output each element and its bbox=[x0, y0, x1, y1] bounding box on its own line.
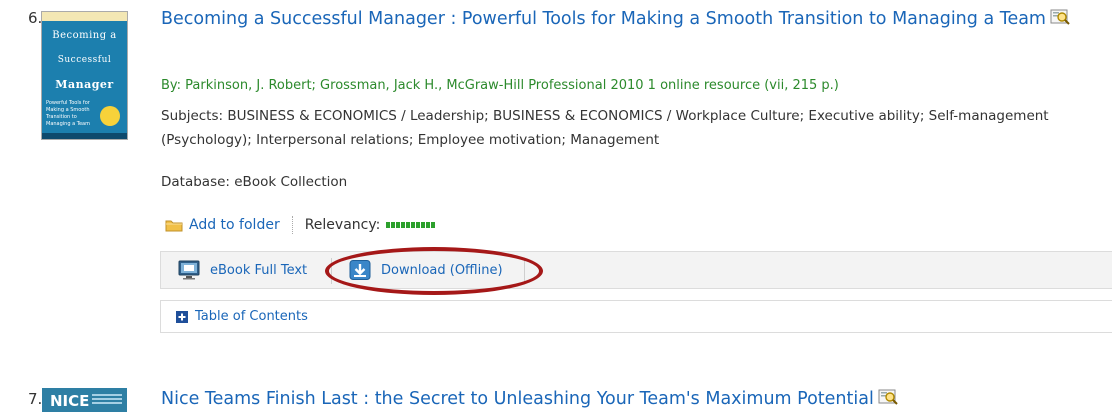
relevancy-segment bbox=[426, 222, 431, 228]
cover-bottom-band bbox=[42, 133, 127, 139]
add-to-folder-link[interactable]: Add to folder bbox=[189, 217, 280, 233]
result-actions: Add to folder Relevancy: bbox=[165, 214, 436, 236]
result-item-7: 7. NICE Nice Teams Finish Last : the Sec… bbox=[0, 378, 1112, 412]
cover-title-line: NICE bbox=[50, 392, 90, 410]
table-of-contents-toggle[interactable]: Table of Contents bbox=[176, 309, 308, 324]
relevancy-bar bbox=[386, 222, 436, 228]
full-text-links-bar: eBook Full Text Download (Offline) bbox=[160, 251, 1112, 289]
subjects: Subjects: BUSINESS & ECONOMICS / Leaders… bbox=[161, 108, 1049, 148]
download-offline-link[interactable]: Download (Offline) bbox=[349, 252, 503, 288]
relevancy-segment bbox=[406, 222, 411, 228]
cover-subtitle: Powerful Tools for Making a Smooth Trans… bbox=[46, 100, 90, 127]
action-separator bbox=[291, 216, 293, 234]
ebook-full-text-label: eBook Full Text bbox=[210, 262, 308, 278]
cover-badge bbox=[100, 106, 120, 126]
result-title-link[interactable]: Becoming a Successful Manager : Powerful… bbox=[161, 4, 1101, 35]
folder-icon[interactable] bbox=[165, 218, 183, 232]
ebook-full-text-link[interactable]: eBook Full Text bbox=[178, 252, 307, 288]
result-number: 6. bbox=[28, 9, 43, 27]
result-title-text: Becoming a Successful Manager : Powerful… bbox=[161, 9, 1046, 29]
relevancy-segment bbox=[386, 222, 391, 228]
database-label: Database: eBook Collection bbox=[161, 174, 348, 190]
relevancy-segment bbox=[416, 222, 421, 228]
book-cover-thumbnail[interactable]: NICE bbox=[42, 388, 127, 412]
links-divider bbox=[331, 258, 332, 284]
result-title-link[interactable]: Nice Teams Finish Last : the Secret to U… bbox=[161, 384, 1101, 415]
ebook-monitor-icon bbox=[178, 260, 200, 280]
relevancy-label: Relevancy: bbox=[304, 217, 381, 233]
magnifier-preview-icon[interactable] bbox=[878, 388, 898, 406]
cover-title-line: Successful bbox=[57, 55, 112, 65]
plus-box-icon bbox=[176, 310, 188, 323]
magnifier-preview-icon[interactable] bbox=[1050, 8, 1070, 26]
download-offline-label: Download (Offline) bbox=[381, 262, 503, 278]
book-cover-thumbnail[interactable]: Becoming a Successful Manager Powerful T… bbox=[42, 12, 127, 139]
cover-top-band bbox=[42, 12, 127, 21]
byline: By: Parkinson, J. Robert; Grossman, Jack… bbox=[161, 78, 839, 93]
relevancy-segment bbox=[396, 222, 401, 228]
cover-title-line: Becoming a bbox=[52, 30, 117, 41]
cover-subtitle-lines bbox=[92, 394, 122, 396]
links-divider bbox=[524, 258, 525, 284]
relevancy-segment bbox=[421, 222, 426, 228]
relevancy-segment bbox=[391, 222, 396, 228]
result-title-text: Nice Teams Finish Last : the Secret to U… bbox=[161, 389, 874, 409]
relevancy-segment bbox=[431, 222, 436, 228]
relevancy-segment bbox=[401, 222, 406, 228]
table-of-contents-label: Table of Contents bbox=[195, 309, 308, 324]
download-icon bbox=[349, 260, 371, 280]
result-number: 7. bbox=[28, 390, 43, 408]
cover-title-line: Manager bbox=[55, 78, 114, 91]
table-of-contents-panel: Table of Contents bbox=[160, 300, 1112, 333]
result-item-6: 6. Becoming a Successful Manager Powerfu… bbox=[0, 0, 1112, 360]
relevancy-segment bbox=[411, 222, 416, 228]
